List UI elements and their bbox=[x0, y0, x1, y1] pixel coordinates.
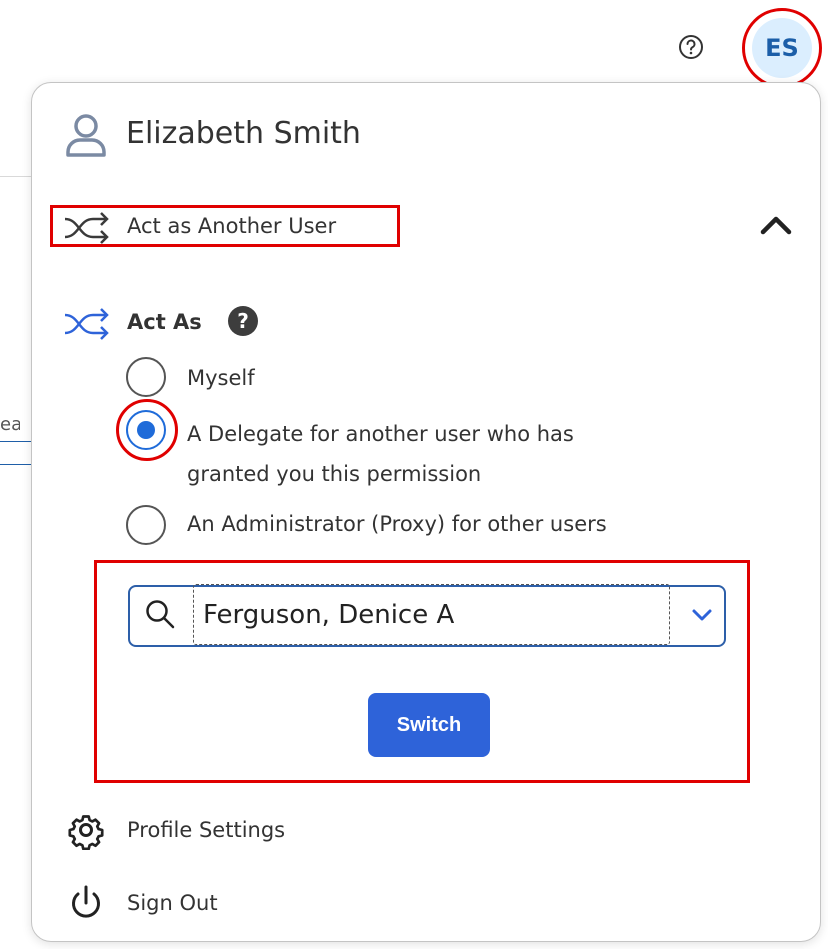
act-as-label: Act As bbox=[127, 310, 202, 334]
profile-settings-link[interactable]: Profile Settings bbox=[127, 815, 285, 845]
radio-label-administrator[interactable]: An Administrator (Proxy) for other users bbox=[187, 509, 607, 539]
user-icon bbox=[66, 114, 106, 157]
background-divider bbox=[0, 176, 34, 177]
user-name: Elizabeth Smith bbox=[126, 116, 361, 151]
gear-icon bbox=[68, 815, 104, 850]
highlight-box-search-section bbox=[94, 560, 750, 783]
help-badge-icon[interactable]: ? bbox=[228, 306, 258, 336]
radio-administrator[interactable] bbox=[126, 505, 166, 545]
help-circle-icon[interactable] bbox=[676, 32, 706, 62]
radio-label-delegate[interactable]: A Delegate for another user who has gran… bbox=[187, 414, 657, 494]
background-tab-top-line bbox=[0, 441, 32, 442]
highlight-ring-delegate-radio bbox=[116, 399, 178, 461]
background-tab-text: ea bbox=[0, 414, 20, 435]
radio-myself[interactable] bbox=[126, 357, 166, 397]
avatar-highlight-ring bbox=[742, 8, 822, 88]
chevron-up-icon[interactable] bbox=[758, 212, 794, 238]
sign-out-link[interactable]: Sign Out bbox=[127, 888, 218, 918]
power-icon bbox=[72, 885, 100, 918]
background-tab-underline bbox=[0, 464, 32, 465]
shuffle-icon bbox=[64, 308, 109, 340]
highlight-box-act-as-another-user bbox=[50, 205, 400, 247]
radio-label-myself[interactable]: Myself bbox=[187, 363, 255, 393]
